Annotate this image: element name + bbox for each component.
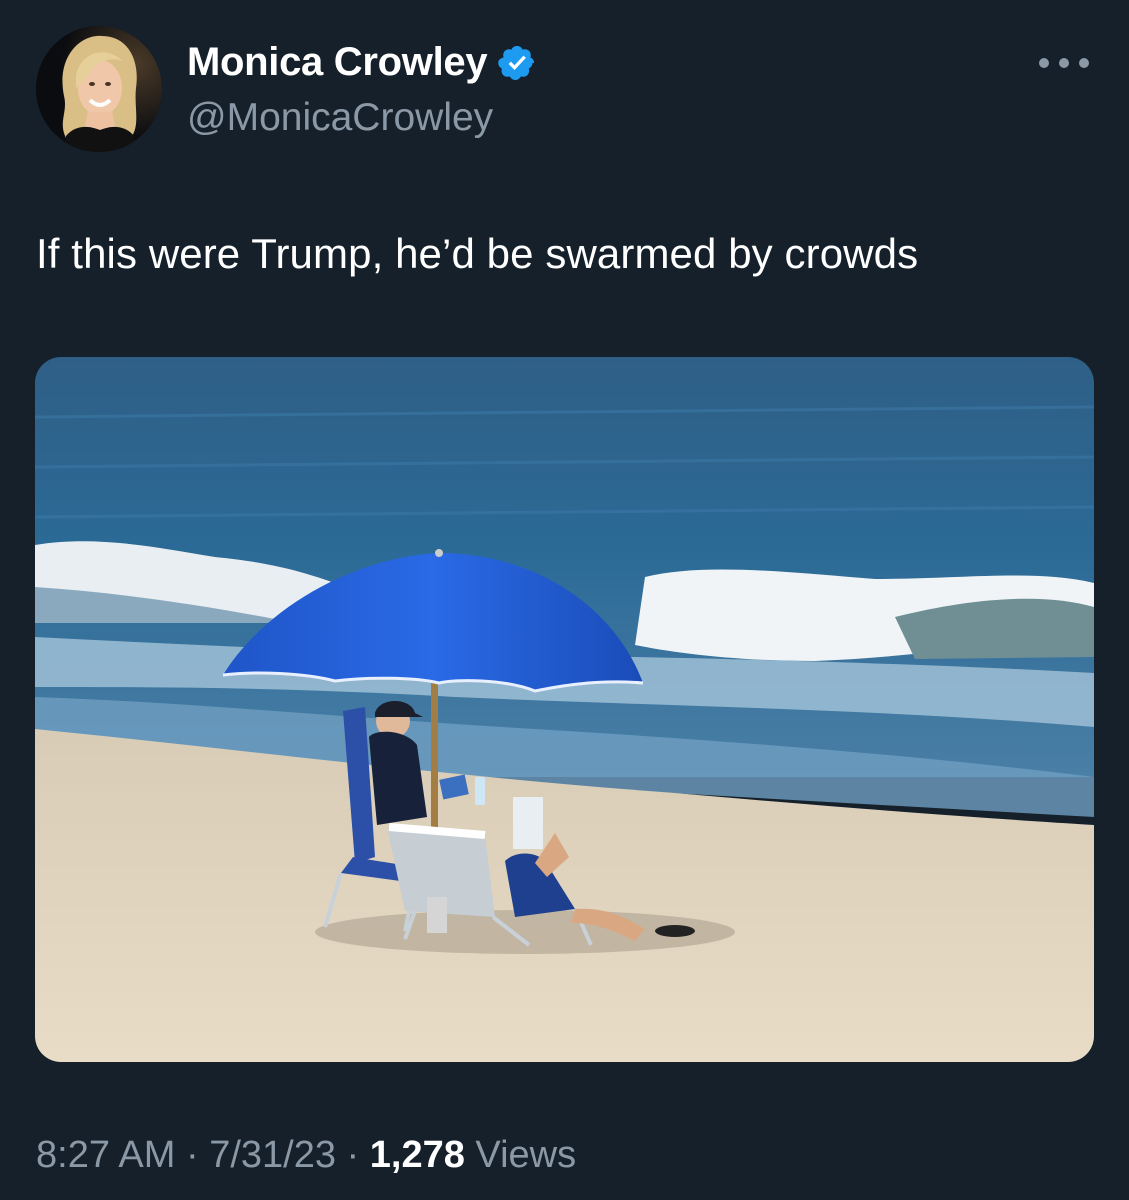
- author-display-name[interactable]: Monica Crowley: [187, 40, 488, 85]
- author-avatar[interactable]: [36, 26, 162, 152]
- tweet-text: If this were Trump, he’d be swarmed by c…: [36, 230, 919, 277]
- avatar-image: [36, 26, 162, 152]
- views-count[interactable]: 1,278: [370, 1134, 465, 1176]
- meta-separator: ·: [336, 1134, 370, 1176]
- meta-separator: ·: [175, 1134, 210, 1176]
- tweet-photo[interactable]: [35, 357, 1094, 1062]
- verified-badge-icon[interactable]: [497, 43, 537, 83]
- more-options-icon[interactable]: [1039, 52, 1089, 74]
- tweet-date[interactable]: 7/31/23: [209, 1134, 336, 1176]
- author-display-name-row[interactable]: Monica Crowley: [187, 40, 537, 85]
- tweet-time[interactable]: 8:27 AM: [36, 1134, 175, 1176]
- views-label[interactable]: Views: [465, 1134, 576, 1176]
- tweet-meta: 8:27 AM · 7/31/23 · 1,278 Views: [36, 1134, 576, 1177]
- dot: [1059, 58, 1069, 68]
- dot: [1079, 58, 1089, 68]
- dot: [1039, 58, 1049, 68]
- author-handle[interactable]: @MonicaCrowley: [187, 96, 493, 140]
- beach-umbrella-photo: [35, 357, 1094, 1062]
